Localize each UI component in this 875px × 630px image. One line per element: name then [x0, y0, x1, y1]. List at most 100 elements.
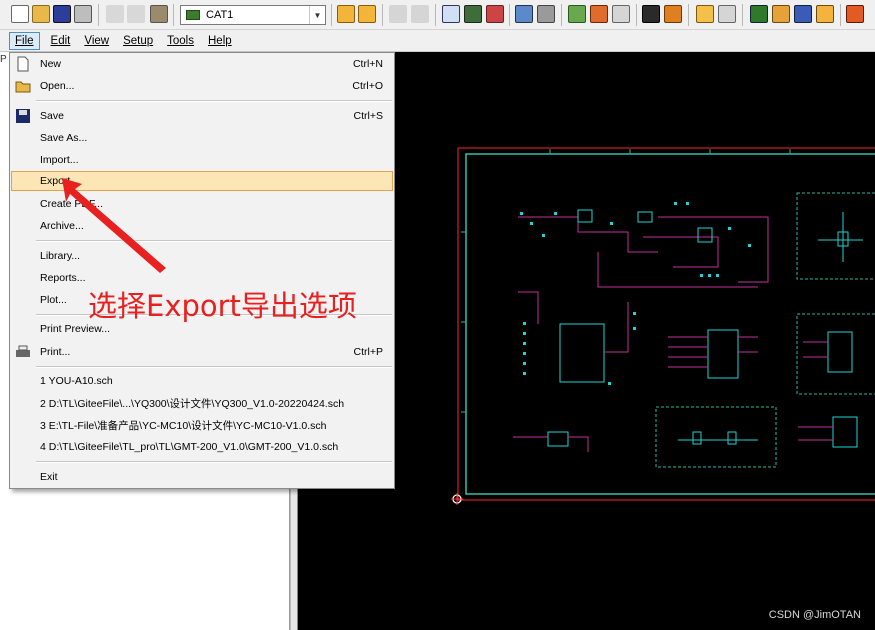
circuit-block-bottom: [655, 406, 777, 468]
menu-help[interactable]: Help: [203, 33, 237, 49]
recent-file-3[interactable]: 3 E:\TL-File\准备产品\YC-MC10\设计文件\YC-MC10-V…: [11, 415, 393, 435]
toolbar-separator: [382, 4, 383, 26]
menu-item-print[interactable]: Print... Ctrl+P: [11, 342, 393, 362]
main-toolbar: CAT1 ▼: [0, 0, 875, 30]
toolbar-separator: [435, 4, 436, 26]
recent-file-1[interactable]: 1 YOU-A10.sch: [11, 371, 393, 391]
menu-item-label: Exit: [40, 471, 58, 483]
menu-setup[interactable]: Setup: [118, 33, 158, 49]
file-menu-dropdown: New Ctrl+N Open... Ctrl+O Save Ctrl+S Sa…: [9, 52, 395, 489]
probe-icon[interactable]: [718, 5, 736, 23]
menu-item-save-as[interactable]: Save As...: [11, 128, 393, 148]
menu-item-shortcut: Ctrl+O: [352, 80, 383, 92]
open-folder-icon: [15, 78, 31, 94]
recent-file-4[interactable]: 4 D:\TL\GiteeFile\TL_pro\TL\GMT-200_V1.0…: [11, 437, 393, 457]
chevron-down-icon[interactable]: ▼: [309, 6, 325, 24]
sheet-border: [465, 153, 875, 495]
menu-edit[interactable]: Edit: [46, 33, 76, 49]
measure-icon[interactable]: [486, 5, 504, 23]
circuit-block-bottom-right: [798, 416, 858, 448]
menu-bar: File Edit View Setup Tools Help: [0, 30, 875, 52]
menu-file[interactable]: File: [9, 31, 40, 50]
circuit-block-right-top: [796, 192, 875, 280]
layer-combo[interactable]: CAT1 ▼: [180, 5, 326, 25]
new-document-icon: [15, 56, 31, 72]
watermark: CSDN @JimOTAN: [768, 609, 861, 621]
chip-icon[interactable]: [750, 5, 768, 23]
save-disk-icon: [15, 108, 31, 124]
toolbar-separator: [561, 4, 562, 26]
schematic-icon[interactable]: [568, 5, 586, 23]
print-icon[interactable]: [74, 5, 92, 23]
menu-item-save[interactable]: Save Ctrl+S: [11, 106, 393, 126]
menu-item-new[interactable]: New Ctrl+N: [11, 54, 393, 74]
zoom-area-icon[interactable]: [464, 5, 482, 23]
menu-item-shortcut: Ctrl+P: [353, 346, 383, 358]
menu-item-create-pdf[interactable]: Create PDF...: [11, 194, 393, 214]
menu-item-library[interactable]: Library...: [11, 246, 393, 266]
open-icon[interactable]: [32, 5, 50, 23]
sheet-icon[interactable]: [642, 5, 660, 23]
circuit-block-top: [518, 202, 769, 288]
copy-icon[interactable]: [127, 5, 145, 23]
library-icon[interactable]: [537, 5, 555, 23]
circuit-block-right-mid: [796, 313, 875, 395]
power-icon[interactable]: [816, 5, 834, 23]
wire-tool-icon[interactable]: [696, 5, 714, 23]
hierarchy-icon[interactable]: [612, 5, 630, 23]
menu-view[interactable]: View: [79, 33, 114, 49]
menu-item-label: Reports...: [40, 272, 86, 284]
menu-item-label: Import...: [40, 154, 79, 166]
netlist-icon[interactable]: [590, 5, 608, 23]
menu-item-exit[interactable]: Exit: [11, 467, 393, 487]
menu-item-label: New: [40, 58, 62, 70]
printer-icon: [15, 344, 31, 360]
port-icon[interactable]: [772, 5, 790, 23]
undo-icon[interactable]: [389, 5, 407, 23]
bottom-parts: [678, 431, 758, 445]
circuit-block-mcu: [518, 291, 636, 385]
recent-file-2[interactable]: 2 D:\TL\GiteeFile\...\YQ300\设计文件\YQ300_V…: [11, 393, 393, 413]
toolbar-separator: [331, 4, 332, 26]
frame-icon[interactable]: [664, 5, 682, 23]
circuit-block-connector: [668, 329, 758, 379]
layer-combo-value: CAT1: [206, 9, 234, 21]
menu-item-label: 4 D:\TL\GiteeFile\TL_pro\TL\GMT-200_V1.0…: [40, 441, 339, 453]
menu-item-label: Library...: [40, 250, 81, 262]
menu-item-shortcut: Ctrl+S: [353, 110, 383, 122]
component-icon[interactable]: [515, 5, 533, 23]
menu-item-label: Print...: [40, 346, 71, 358]
select-mode-icon[interactable]: [337, 5, 355, 23]
menu-item-archive[interactable]: Archive...: [11, 216, 393, 236]
menu-item-import[interactable]: Import...: [11, 150, 393, 170]
menu-item-label: Plot...: [40, 294, 67, 306]
menu-item-label: 2 D:\TL\GiteeFile\...\YQ300\设计文件\YQ300_V…: [40, 397, 345, 410]
menu-item-label: Create PDF...: [40, 198, 104, 210]
toolbar-separator: [840, 4, 841, 26]
menu-item-open[interactable]: Open... Ctrl+O: [11, 76, 393, 96]
settings-icon[interactable]: [846, 5, 864, 23]
paste-icon[interactable]: [150, 5, 168, 23]
toolbar-separator: [688, 4, 689, 26]
toolbar-separator: [742, 4, 743, 26]
redo-icon[interactable]: [411, 5, 429, 23]
toolbar-separator: [98, 4, 99, 26]
save-icon[interactable]: [53, 5, 71, 23]
cut-icon[interactable]: [106, 5, 124, 23]
sheet-outline: [457, 147, 875, 501]
bus-icon[interactable]: [794, 5, 812, 23]
menu-item-label: Save As...: [40, 132, 88, 144]
annotation-text: 选择Export导出选项: [88, 289, 357, 323]
menu-separator: [36, 100, 392, 102]
toolbar-separator: [173, 4, 174, 26]
select-tool-icon[interactable]: [358, 5, 376, 23]
menu-item-label: 1 YOU-A10.sch: [40, 375, 113, 387]
menu-tools[interactable]: Tools: [162, 33, 199, 49]
new-icon[interactable]: [11, 5, 29, 23]
menu-item-shortcut: Ctrl+N: [352, 58, 383, 70]
toolbar-separator: [509, 4, 510, 26]
zoom-icon[interactable]: [442, 5, 460, 23]
menu-separator: [36, 461, 392, 463]
menu-item-export[interactable]: Export...: [11, 171, 393, 191]
circuit-block-bottom-left: [513, 431, 589, 452]
